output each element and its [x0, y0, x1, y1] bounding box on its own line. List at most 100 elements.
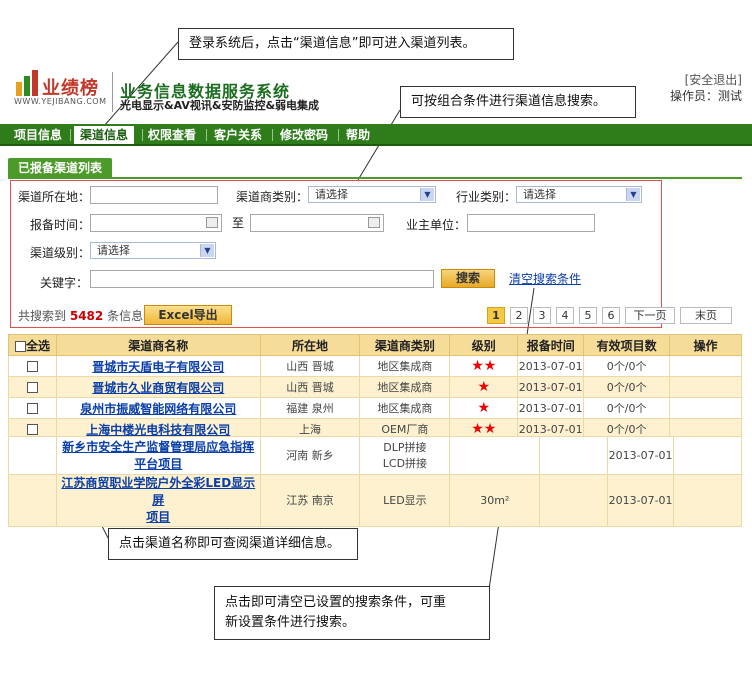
page-3[interactable]: 3: [533, 307, 551, 324]
page-6[interactable]: 6: [602, 307, 620, 324]
row-actions: [669, 397, 742, 419]
page-4[interactable]: 4: [556, 307, 574, 324]
row-level: ★: [449, 376, 519, 398]
row-checkbox[interactable]: [26, 424, 38, 435]
col-header-projects: 有效项目数: [583, 334, 671, 356]
row-date: 2013-07-01: [607, 474, 675, 527]
page-5[interactable]: 5: [579, 307, 597, 324]
dealer-type-value: 请选择: [315, 188, 348, 201]
keyword-label: 关键字：: [40, 276, 89, 290]
dealer-type-select[interactable]: 请选择 ▼: [308, 186, 436, 203]
location-input[interactable]: [90, 186, 218, 204]
row-date: 2013-07-01: [517, 376, 585, 398]
section-tab-reported-channels: 已报备渠道列表: [8, 158, 113, 178]
level-select[interactable]: 请选择 ▼: [90, 242, 216, 259]
keyword-input[interactable]: [90, 270, 434, 288]
col-header-actions: 操作: [669, 334, 742, 356]
channel-name-link[interactable]: 晋城市久业商贸有限公司: [92, 381, 224, 395]
chevron-down-icon: ▼: [420, 188, 434, 201]
select-all-checkbox[interactable]: [14, 340, 26, 352]
col-header-location: 所在地: [259, 334, 361, 356]
report-time-start[interactable]: [90, 214, 222, 232]
logo-url: WWW.YEJIBANG.COM: [14, 97, 107, 106]
clear-search-link[interactable]: 清空搜索条件: [509, 270, 581, 287]
project-name-line1: 新乡市安全生产监督管理局应急指挥: [62, 439, 255, 454]
row-date: 2013-07-01: [517, 397, 585, 419]
row-type: DLP拼接 LCD拼接: [359, 436, 451, 475]
nav-channel-info[interactable]: 渠道信息: [74, 126, 135, 144]
calendar-icon[interactable]: [368, 217, 380, 228]
project-name-link[interactable]: 新乡市安全生产监督管理局应急指挥 平台项目: [62, 440, 254, 471]
level-label: 渠道级别：: [30, 246, 91, 260]
logout-link[interactable]: [安全退出]: [670, 72, 742, 88]
project-name-line1: 江苏商贸职业学院户外全彩LED显示屏: [61, 476, 256, 507]
logo-divider: [112, 72, 113, 112]
nav-divider: [338, 129, 339, 141]
table-row: 晋城市天盾电子有限公司 山西 晋城 地区集成商 ★★ 2013-07-01 0个…: [8, 355, 742, 377]
section-underline: [8, 177, 742, 179]
page-2[interactable]: 2: [510, 307, 528, 324]
dealer-type-label: 渠道商类别：: [236, 190, 309, 204]
channel-name-link[interactable]: 晋城市天盾电子有限公司: [92, 360, 224, 374]
chevron-down-icon: ▼: [200, 244, 214, 257]
row-location: 山西 晋城: [259, 376, 361, 398]
select-all-label: 全选: [25, 338, 50, 353]
type-line2: LCD拼接: [382, 456, 428, 470]
page-1[interactable]: 1: [487, 307, 505, 324]
industry-select[interactable]: 请选择 ▼: [516, 186, 642, 203]
calendar-icon[interactable]: [206, 217, 218, 228]
channel-name-link[interactable]: 上海中楼光电科技有限公司: [86, 423, 230, 437]
system-subtitle: 光电显示&AV视讯&安防监控&弱电集成: [120, 99, 320, 112]
col-header-type: 渠道商类别: [359, 334, 451, 356]
row-empty: [673, 474, 742, 527]
table-row: 泉州市振威智能网络有限公司 福建 泉州 地区集成商 ★ 2013-07-01 0…: [8, 397, 742, 419]
callout-combined-search: 可按组合条件进行渠道信息搜索。: [400, 86, 636, 118]
project-name-link[interactable]: 江苏商贸职业学院户外全彩LED显示屏项目: [61, 476, 255, 524]
row-date: 2013-07-01: [607, 436, 675, 475]
level-value: 请选择: [97, 244, 130, 257]
row-date: 2013-07-01: [517, 355, 585, 377]
project-name-line2: 项目: [146, 510, 171, 524]
industry-value: 请选择: [523, 188, 556, 201]
row-location: 河南 新乡: [259, 436, 361, 475]
col-header-level: 级别: [449, 334, 519, 356]
next-page-button[interactable]: 下一页: [625, 307, 675, 324]
project-table-fragment: 新乡市安全生产监督管理局应急指挥 平台项目 河南 新乡 DLP拼接 LCD拼接 20…: [8, 436, 742, 527]
nav-customer-relations[interactable]: 客户关系: [208, 126, 268, 144]
nav-permissions[interactable]: 权限查看: [142, 126, 202, 144]
channel-table: 全选 渠道商名称 所在地 渠道商类别 级别 报备时间 有效项目数 操作 晋城市天…: [8, 334, 742, 440]
row-actions: [669, 376, 742, 398]
row-checkbox[interactable]: [26, 403, 38, 414]
callout-clear-conditions: 点击即可清空已设置的搜索条件，可重 新设置条件进行搜索。: [214, 586, 490, 640]
channel-name-link[interactable]: 泉州市振威智能网络有限公司: [80, 402, 236, 416]
nav-change-password[interactable]: 修改密码: [274, 126, 334, 144]
row-checkbox[interactable]: [26, 382, 38, 393]
row-type: 地区集成商: [359, 397, 451, 419]
star-icon: ★: [477, 400, 491, 416]
table-row: 江苏商贸职业学院户外全彩LED显示屏 项目 江苏 南京 LED显示 30m² 20…: [8, 474, 742, 527]
industry-label: 行业类别：: [456, 190, 517, 204]
last-page-button[interactable]: 末页: [680, 307, 732, 324]
row-checkbox[interactable]: [26, 361, 38, 372]
owner-input[interactable]: [467, 214, 595, 232]
nav-divider: [70, 129, 71, 141]
nav-help[interactable]: 帮助: [340, 126, 376, 144]
count-suffix: 条信息: [107, 309, 144, 323]
search-button[interactable]: 搜索: [441, 269, 495, 288]
star-icon: ★★: [471, 358, 497, 374]
excel-export-button[interactable]: Excel导出: [144, 305, 232, 325]
table-header-row: 全选 渠道商名称 所在地 渠道商类别 级别 报备时间 有效项目数 操作: [8, 334, 742, 356]
report-time-label: 报备时间：: [30, 218, 91, 232]
callout-clear-line1: 点击即可清空已设置的搜索条件，可重: [225, 595, 447, 610]
count-prefix: 共搜索到: [18, 309, 67, 323]
row-size: [449, 436, 541, 475]
main-nav: 项目信息 渠道信息 权限查看 客户关系 修改密码 帮助: [0, 124, 752, 146]
table-row: 新乡市安全生产监督管理局应急指挥 平台项目 河南 新乡 DLP拼接 LCD拼接 20…: [8, 436, 742, 475]
select-all-header[interactable]: 全选: [8, 334, 57, 356]
callout-enter-channel-list: 登录系统后，点击“渠道信息”即可进入渠道列表。: [178, 28, 514, 60]
nav-project-info[interactable]: 项目信息: [8, 126, 68, 144]
count-number: 5482: [69, 309, 104, 323]
report-time-end[interactable]: [250, 214, 384, 232]
result-count: 共搜索到 5482 条信息: [18, 307, 143, 324]
row-location: 江苏 南京: [259, 474, 361, 527]
